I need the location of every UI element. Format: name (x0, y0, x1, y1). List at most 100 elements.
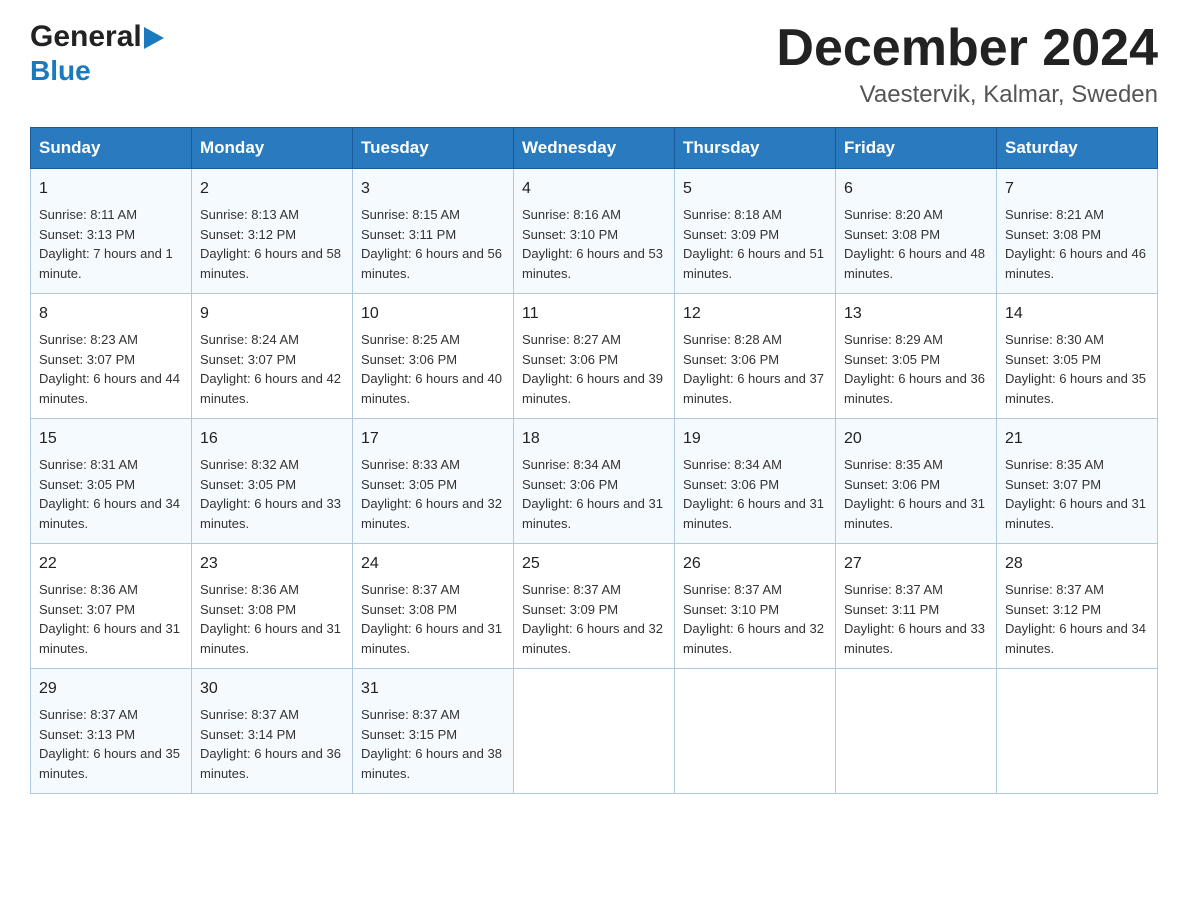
calendar-cell: 3 Sunrise: 8:15 AMSunset: 3:11 PMDaylight… (353, 169, 514, 294)
day-info: Sunrise: 8:25 AMSunset: 3:06 PMDaylight:… (361, 332, 502, 406)
day-number: 30 (200, 677, 344, 701)
day-info: Sunrise: 8:37 AMSunset: 3:09 PMDaylight:… (522, 582, 663, 656)
day-number: 21 (1005, 427, 1149, 451)
month-title: December 2024 (776, 20, 1158, 77)
calendar-cell (675, 669, 836, 794)
calendar-cell: 27Sunrise: 8:37 AMSunset: 3:11 PMDayligh… (836, 544, 997, 669)
day-number: 4 (522, 177, 666, 201)
day-number: 23 (200, 552, 344, 576)
calendar-header: SundayMondayTuesdayWednesdayThursdayFrid… (31, 128, 1158, 169)
calendar-cell: 23Sunrise: 8:36 AMSunset: 3:08 PMDayligh… (192, 544, 353, 669)
calendar-cell: 12 Sunrise: 8:28 AMSunset: 3:06 PMDayligh… (675, 294, 836, 419)
day-number: 19 (683, 427, 827, 451)
day-number: 6 (844, 177, 988, 201)
day-number: 10 (361, 302, 505, 326)
day-number: 13 (844, 302, 988, 326)
day-info: Sunrise: 8:37 AMSunset: 3:12 PMDaylight:… (1005, 582, 1146, 656)
day-info: Sunrise: 8:36 AMSunset: 3:07 PMDaylight:… (39, 582, 180, 656)
calendar-cell: 2 Sunrise: 8:13 AMSunset: 3:12 PMDaylight… (192, 169, 353, 294)
calendar-week-4: 22 Sunrise: 8:36 AMSunset: 3:07 PMDayligh… (31, 544, 1158, 669)
day-info: Sunrise: 8:23 AMSunset: 3:07 PMDaylight:… (39, 332, 180, 406)
logo-line2: Blue (30, 55, 164, 87)
day-number: 14 (1005, 302, 1149, 326)
day-number: 27 (844, 552, 988, 576)
calendar-cell: 31 Sunrise: 8:37 AMSunset: 3:15 PMDayligh… (353, 669, 514, 794)
day-info: Sunrise: 8:15 AMSunset: 3:11 PMDaylight:… (361, 207, 502, 281)
day-number: 16 (200, 427, 344, 451)
weekday-header-monday: Monday (192, 128, 353, 169)
day-number: 26 (683, 552, 827, 576)
page-header: General Blue December 2024 Vaestervik, K… (30, 20, 1158, 109)
calendar-cell: 1Sunrise: 8:11 AMSunset: 3:13 PMDaylight… (31, 169, 192, 294)
weekday-header-friday: Friday (836, 128, 997, 169)
calendar-week-1: 1Sunrise: 8:11 AMSunset: 3:13 PMDaylight… (31, 169, 1158, 294)
calendar-cell: 22 Sunrise: 8:36 AMSunset: 3:07 PMDayligh… (31, 544, 192, 669)
day-number: 8 (39, 302, 183, 326)
calendar-week-2: 8 Sunrise: 8:23 AMSunset: 3:07 PMDaylight… (31, 294, 1158, 419)
day-number: 24 (361, 552, 505, 576)
calendar-cell (997, 669, 1158, 794)
calendar-cell: 24Sunrise: 8:37 AMSunset: 3:08 PMDayligh… (353, 544, 514, 669)
day-info: Sunrise: 8:21 AMSunset: 3:08 PMDaylight:… (1005, 207, 1146, 281)
weekday-header-saturday: Saturday (997, 128, 1158, 169)
day-info: Sunrise: 8:28 AMSunset: 3:06 PMDaylight:… (683, 332, 824, 406)
day-info: Sunrise: 8:35 AMSunset: 3:06 PMDaylight:… (844, 457, 985, 531)
calendar-cell: 16Sunrise: 8:32 AMSunset: 3:05 PMDayligh… (192, 419, 353, 544)
calendar-cell: 26Sunrise: 8:37 AMSunset: 3:10 PMDayligh… (675, 544, 836, 669)
calendar-cell: 29 Sunrise: 8:37 AMSunset: 3:13 PMDayligh… (31, 669, 192, 794)
title-block: December 2024 Vaestervik, Kalmar, Sweden (776, 20, 1158, 109)
day-info: Sunrise: 8:33 AMSunset: 3:05 PMDaylight:… (361, 457, 502, 531)
weekday-header-thursday: Thursday (675, 128, 836, 169)
calendar-cell: 8 Sunrise: 8:23 AMSunset: 3:07 PMDaylight… (31, 294, 192, 419)
calendar-cell (514, 669, 675, 794)
weekday-header-wednesday: Wednesday (514, 128, 675, 169)
location: Vaestervik, Kalmar, Sweden (776, 81, 1158, 109)
calendar-cell: 7Sunrise: 8:21 AMSunset: 3:08 PMDaylight… (997, 169, 1158, 294)
day-number: 12 (683, 302, 827, 326)
calendar-table: SundayMondayTuesdayWednesdayThursdayFrid… (30, 127, 1158, 794)
day-info: Sunrise: 8:34 AMSunset: 3:06 PMDaylight:… (522, 457, 663, 531)
day-info: Sunrise: 8:34 AMSunset: 3:06 PMDaylight:… (683, 457, 824, 531)
calendar-cell: 19 Sunrise: 8:34 AMSunset: 3:06 PMDayligh… (675, 419, 836, 544)
calendar-cell: 5 Sunrise: 8:18 AMSunset: 3:09 PMDaylight… (675, 169, 836, 294)
day-number: 22 (39, 552, 183, 576)
day-info: Sunrise: 8:35 AMSunset: 3:07 PMDaylight:… (1005, 457, 1146, 531)
day-info: Sunrise: 8:16 AMSunset: 3:10 PMDaylight:… (522, 207, 663, 281)
day-info: Sunrise: 8:37 AMSunset: 3:15 PMDaylight:… (361, 707, 502, 781)
day-number: 25 (522, 552, 666, 576)
weekday-header-sunday: Sunday (31, 128, 192, 169)
weekday-header-tuesday: Tuesday (353, 128, 514, 169)
calendar-cell: 28 Sunrise: 8:37 AMSunset: 3:12 PMDayligh… (997, 544, 1158, 669)
calendar-week-3: 15Sunrise: 8:31 AMSunset: 3:05 PMDayligh… (31, 419, 1158, 544)
day-info: Sunrise: 8:37 AMSunset: 3:14 PMDaylight:… (200, 707, 341, 781)
day-info: Sunrise: 8:13 AMSunset: 3:12 PMDaylight:… (200, 207, 341, 281)
day-info: Sunrise: 8:37 AMSunset: 3:13 PMDaylight:… (39, 707, 180, 781)
day-number: 11 (522, 302, 666, 326)
calendar-week-5: 29 Sunrise: 8:37 AMSunset: 3:13 PMDayligh… (31, 669, 1158, 794)
day-number: 9 (200, 302, 344, 326)
day-number: 3 (361, 177, 505, 201)
calendar-cell: 11Sunrise: 8:27 AMSunset: 3:06 PMDayligh… (514, 294, 675, 419)
calendar-cell: 14 Sunrise: 8:30 AMSunset: 3:05 PMDayligh… (997, 294, 1158, 419)
day-number: 5 (683, 177, 827, 201)
calendar-cell: 10 Sunrise: 8:25 AMSunset: 3:06 PMDayligh… (353, 294, 514, 419)
day-number: 2 (200, 177, 344, 201)
day-number: 15 (39, 427, 183, 451)
day-info: Sunrise: 8:29 AMSunset: 3:05 PMDaylight:… (844, 332, 985, 406)
day-number: 31 (361, 677, 505, 701)
logo-arrow-icon (144, 27, 164, 49)
calendar-cell: 21 Sunrise: 8:35 AMSunset: 3:07 PMDayligh… (997, 419, 1158, 544)
day-info: Sunrise: 8:30 AMSunset: 3:05 PMDaylight:… (1005, 332, 1146, 406)
calendar-cell: 9Sunrise: 8:24 AMSunset: 3:07 PMDaylight… (192, 294, 353, 419)
calendar-cell: 6 Sunrise: 8:20 AMSunset: 3:08 PMDaylight… (836, 169, 997, 294)
day-info: Sunrise: 8:20 AMSunset: 3:08 PMDaylight:… (844, 207, 985, 281)
calendar-cell: 17Sunrise: 8:33 AMSunset: 3:05 PMDayligh… (353, 419, 514, 544)
calendar-body: 1Sunrise: 8:11 AMSunset: 3:13 PMDaylight… (31, 169, 1158, 794)
day-number: 28 (1005, 552, 1149, 576)
day-number: 18 (522, 427, 666, 451)
calendar-cell: 13 Sunrise: 8:29 AMSunset: 3:05 PMDayligh… (836, 294, 997, 419)
day-number: 29 (39, 677, 183, 701)
day-info: Sunrise: 8:18 AMSunset: 3:09 PMDaylight:… (683, 207, 824, 281)
calendar-cell: 30 Sunrise: 8:37 AMSunset: 3:14 PMDayligh… (192, 669, 353, 794)
day-info: Sunrise: 8:11 AMSunset: 3:13 PMDaylight:… (39, 207, 173, 281)
